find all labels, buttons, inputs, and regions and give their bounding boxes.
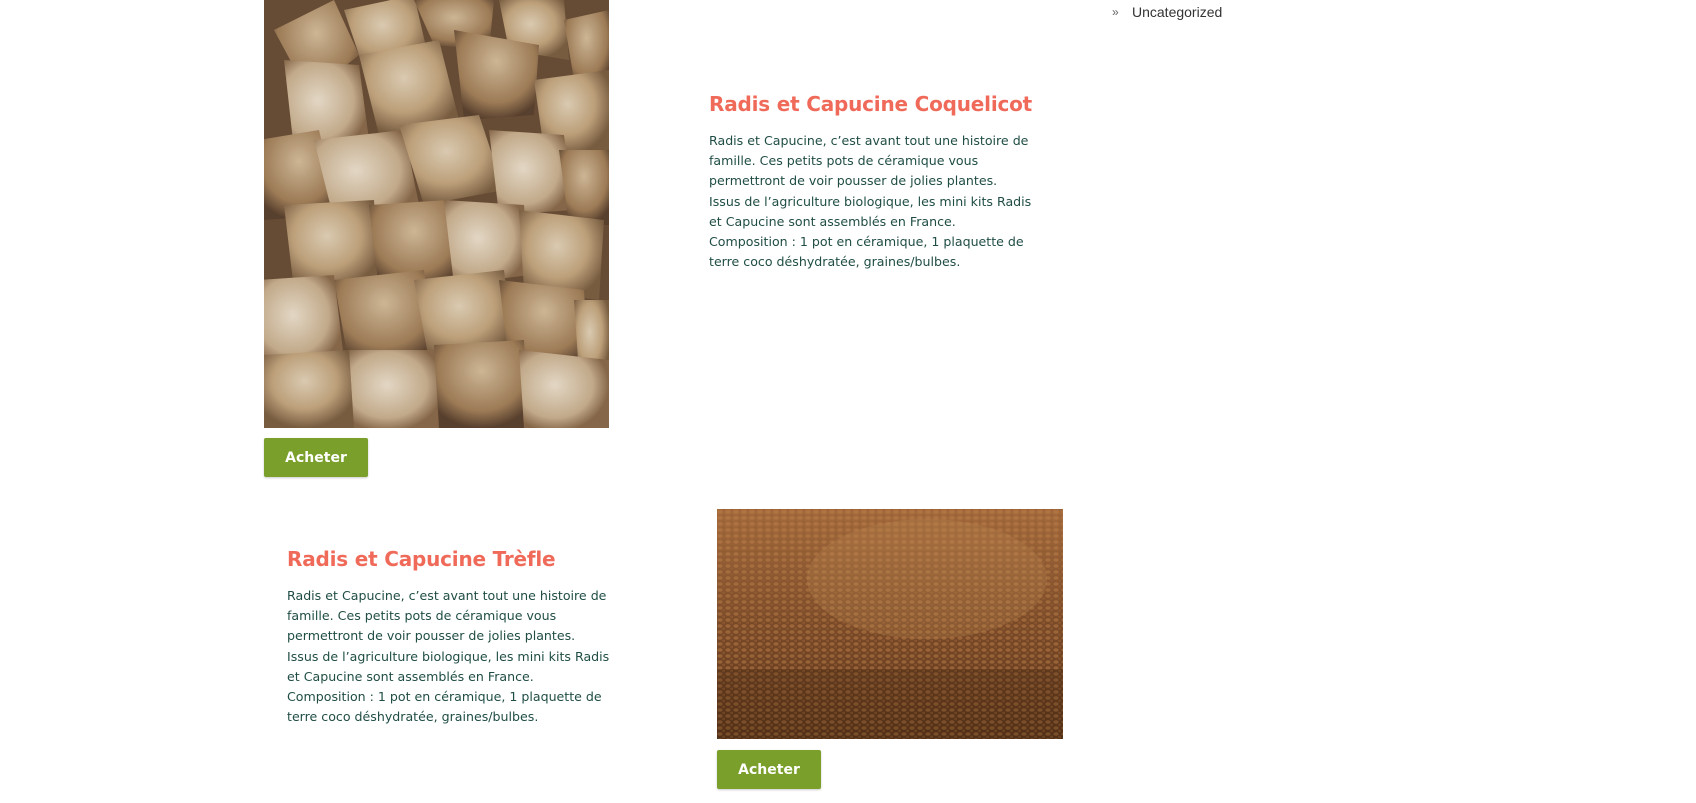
buy-button-coquelicot[interactable]: Acheter	[264, 438, 368, 477]
product-description-coquelicot: Radis et Capucine, c’est avant tout une …	[709, 133, 1032, 270]
product-image-trefle[interactable]	[717, 509, 1063, 739]
double-chevron-right-icon: »	[1112, 5, 1119, 19]
product-title-trefle[interactable]: Radis et Capucine Trèfle	[287, 547, 556, 571]
product-image-coquelicot[interactable]	[264, 0, 609, 428]
product-title-coquelicot[interactable]: Radis et Capucine Coquelicot	[709, 92, 1032, 116]
product-description-trefle: Radis et Capucine, c’est avant tout une …	[287, 588, 610, 725]
buy-button-trefle[interactable]: Acheter	[717, 750, 821, 789]
sidebar-category-uncategorized[interactable]: » Uncategorized	[1112, 3, 1222, 21]
sidebar-category-label: Uncategorized	[1132, 4, 1223, 20]
